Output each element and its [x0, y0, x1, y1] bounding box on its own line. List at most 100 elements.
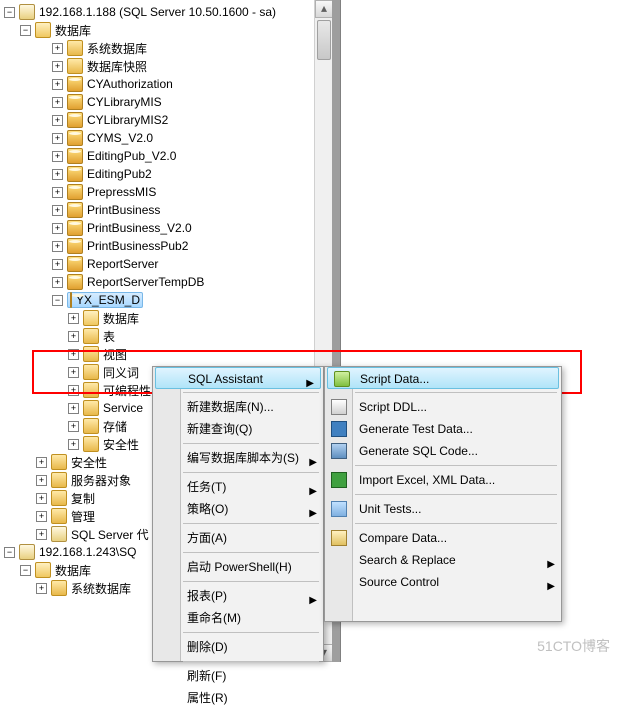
submenu-item[interactable]: Unit Tests...: [325, 498, 561, 520]
expander-icon[interactable]: +: [36, 493, 47, 504]
folder-icon: [51, 508, 67, 524]
expander-icon[interactable]: +: [36, 511, 47, 522]
menu-item-label: 刷新(F): [187, 669, 226, 683]
expander-icon[interactable]: +: [68, 403, 79, 414]
menu-item-label: 新建数据库(N)...: [187, 400, 274, 414]
menu-item[interactable]: 方面(A): [153, 527, 323, 549]
expander-icon[interactable]: −: [52, 295, 63, 306]
tree-item[interactable]: −数据库: [0, 22, 331, 38]
tree-item[interactable]: +PrintBusiness: [0, 202, 331, 218]
tree-item[interactable]: −YX_ESM_D: [0, 292, 331, 308]
menu-separator: [355, 494, 557, 495]
tree-item[interactable]: +CYLibraryMIS2: [0, 112, 331, 128]
expander-icon[interactable]: +: [52, 205, 63, 216]
scroll-thumb[interactable]: [317, 20, 331, 60]
expander-icon[interactable]: −: [20, 565, 31, 576]
menu-item[interactable]: 属性(R): [153, 687, 323, 709]
tree-item[interactable]: +PrintBusinessPub2: [0, 238, 331, 254]
expander-icon[interactable]: +: [52, 79, 63, 90]
tree-item[interactable]: +PrintBusiness_V2.0: [0, 220, 331, 236]
expander-icon[interactable]: +: [52, 151, 63, 162]
tree-item[interactable]: + CYLibraryMIS: [0, 94, 331, 110]
submenu-item[interactable]: Source Control▶: [325, 571, 561, 593]
tree-item-label: CYLibraryMIS: [87, 95, 162, 109]
tree-item-label: 数据库: [103, 310, 139, 327]
menu-item[interactable]: 新建数据库(N)...: [153, 396, 323, 418]
expander-icon[interactable]: +: [68, 439, 79, 450]
expander-icon[interactable]: +: [68, 331, 79, 342]
menu-item[interactable]: 新建查询(Q): [153, 418, 323, 440]
menu-item[interactable]: 报表(P)▶: [153, 585, 323, 607]
tree-item[interactable]: −192.168.1.188 (SQL Server 10.50.1600 - …: [0, 4, 331, 20]
db-icon: [67, 184, 83, 200]
menu-item[interactable]: 删除(D): [153, 636, 323, 658]
submenu-item[interactable]: Import Excel, XML Data...: [325, 469, 561, 491]
submenu-sql-assistant[interactable]: Script Data... Script DDL...Generate Tes…: [324, 366, 562, 622]
folder-icon: [51, 490, 67, 506]
tree-item[interactable]: +表: [0, 328, 331, 344]
menu-sql-assistant[interactable]: SQL Assistant ▶: [155, 367, 321, 389]
submenu-script-data[interactable]: Script Data...: [327, 367, 559, 389]
expander-icon[interactable]: +: [68, 421, 79, 432]
expander-icon[interactable]: −: [4, 7, 15, 18]
expander-icon[interactable]: −: [4, 547, 15, 558]
tree-item[interactable]: +系统数据库: [0, 40, 331, 56]
menu-item[interactable]: 刷新(F): [153, 665, 323, 687]
expander-icon[interactable]: +: [52, 223, 63, 234]
menu-item[interactable]: 策略(O)▶: [153, 498, 323, 520]
expander-icon[interactable]: +: [52, 43, 63, 54]
tree-item-selected[interactable]: YX_ESM_D: [67, 292, 143, 308]
menu-item-label: 属性(R): [187, 691, 228, 705]
expander-icon[interactable]: +: [52, 259, 63, 270]
tree-item[interactable]: +视图: [0, 346, 331, 362]
submenu-item[interactable]: Generate Test Data...: [325, 418, 561, 440]
menu-item[interactable]: 编写数据库脚本为(S)▶: [153, 447, 323, 469]
expander-icon[interactable]: +: [36, 475, 47, 486]
expander-icon[interactable]: +: [52, 169, 63, 180]
expander-icon[interactable]: +: [68, 367, 79, 378]
tree-item[interactable]: +EditingPub_V2.0: [0, 148, 331, 164]
expander-icon[interactable]: +: [52, 241, 63, 252]
tree-item-label: PrepressMIS: [87, 185, 156, 199]
tree-item-label: 数据库: [55, 562, 91, 579]
expander-icon[interactable]: +: [36, 529, 47, 540]
expander-icon[interactable]: +: [52, 97, 63, 108]
tree-item[interactable]: + CYMS_V2.0: [0, 130, 331, 146]
context-menu[interactable]: SQL Assistant ▶ 新建数据库(N)... 新建查询(Q) 编写数据库脚…: [152, 366, 324, 662]
tree-item-label: CYMS_V2.0: [87, 131, 153, 145]
folder-icon: [67, 40, 83, 56]
submenu-item[interactable]: Search & Replace▶: [325, 549, 561, 571]
submenu-item[interactable]: Script DDL...: [325, 396, 561, 418]
expander-icon[interactable]: +: [52, 115, 63, 126]
expander-icon[interactable]: +: [52, 61, 63, 72]
menu-item[interactable]: 重命名(M): [153, 607, 323, 629]
tree-item[interactable]: +CYAuthorization: [0, 76, 331, 92]
submenu-item[interactable]: Generate SQL Code...: [325, 440, 561, 462]
expander-icon[interactable]: +: [36, 457, 47, 468]
db-icon: [67, 130, 83, 146]
expander-icon[interactable]: +: [68, 313, 79, 324]
expander-icon[interactable]: +: [68, 385, 79, 396]
expander-icon[interactable]: +: [52, 187, 63, 198]
submenu-item[interactable]: Compare Data...: [325, 527, 561, 549]
tree-item[interactable]: + PrepressMIS: [0, 184, 331, 200]
folder-icon: [51, 580, 67, 596]
expander-icon[interactable]: +: [52, 133, 63, 144]
menu-item[interactable]: 任务(T)▶: [153, 476, 323, 498]
expander-icon[interactable]: +: [68, 349, 79, 360]
expander-icon[interactable]: +: [36, 583, 47, 594]
menu-item-label: 策略(O): [187, 502, 228, 516]
menu-separator: [183, 392, 319, 393]
scroll-up-button[interactable]: ▴: [315, 0, 333, 18]
menu-item[interactable]: 启动 PowerShell(H): [153, 556, 323, 578]
tree-item[interactable]: +ReportServerTempDB: [0, 274, 331, 290]
tree-item[interactable]: + 数据库快照: [0, 58, 331, 74]
tree-item-label: 数据库快照: [87, 58, 147, 75]
expander-icon[interactable]: −: [20, 25, 31, 36]
expander-icon[interactable]: +: [52, 277, 63, 288]
tree-item[interactable]: +EditingPub2: [0, 166, 331, 182]
tree-item[interactable]: + 数据库: [0, 310, 331, 326]
menu-icon: [331, 399, 347, 415]
tree-item[interactable]: +ReportServer: [0, 256, 331, 272]
db-icon: [67, 76, 83, 92]
